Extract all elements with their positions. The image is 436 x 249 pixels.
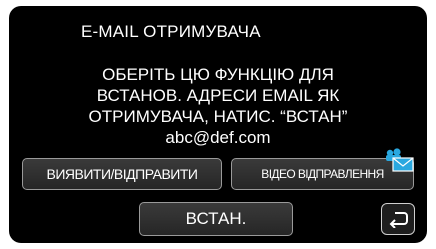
- return-arrow-icon: [389, 212, 408, 228]
- set-button[interactable]: ВСТАН.: [139, 202, 293, 236]
- instruction-line-3: ОТРИМУВАЧА, НАТИС. “ВСТАН”: [88, 107, 348, 126]
- camera-screen: E-MAIL ОТРИМУВАЧА ОБЕРІТЬ ЦЮ ФУНКЦІЮ ДЛЯ…: [9, 6, 427, 243]
- screen-title: E-MAIL ОТРИМУВАЧА: [81, 22, 261, 41]
- detect-send-label: ВИЯВИТИ/ВІДПРАВИТИ: [46, 166, 198, 182]
- video-mail-icon: [386, 148, 414, 172]
- instruction-line-2: ВСТАНОВ. АДРЕСИ EMAIL ЯК: [96, 86, 340, 105]
- detect-send-button[interactable]: ВИЯВИТИ/ВІДПРАВИТИ: [22, 158, 222, 190]
- back-button[interactable]: [381, 203, 415, 235]
- instruction-line-1: ОБЕРІТЬ ЦЮ ФУНКЦІЮ ДЛЯ: [102, 65, 334, 84]
- video-send-button[interactable]: ВІДЕО ВІДПРАВЛЕННЯ: [231, 148, 414, 190]
- set-label: ВСТАН.: [185, 209, 247, 228]
- video-send-label: ВІДЕО ВІДПРАВЛЕННЯ: [261, 167, 384, 181]
- recipient-email: abc@def.com: [165, 128, 271, 147]
- instruction-message: ОБЕРІТЬ ЦЮ ФУНКЦІЮ ДЛЯ ВСТАНОВ. АДРЕСИ E…: [29, 64, 407, 127]
